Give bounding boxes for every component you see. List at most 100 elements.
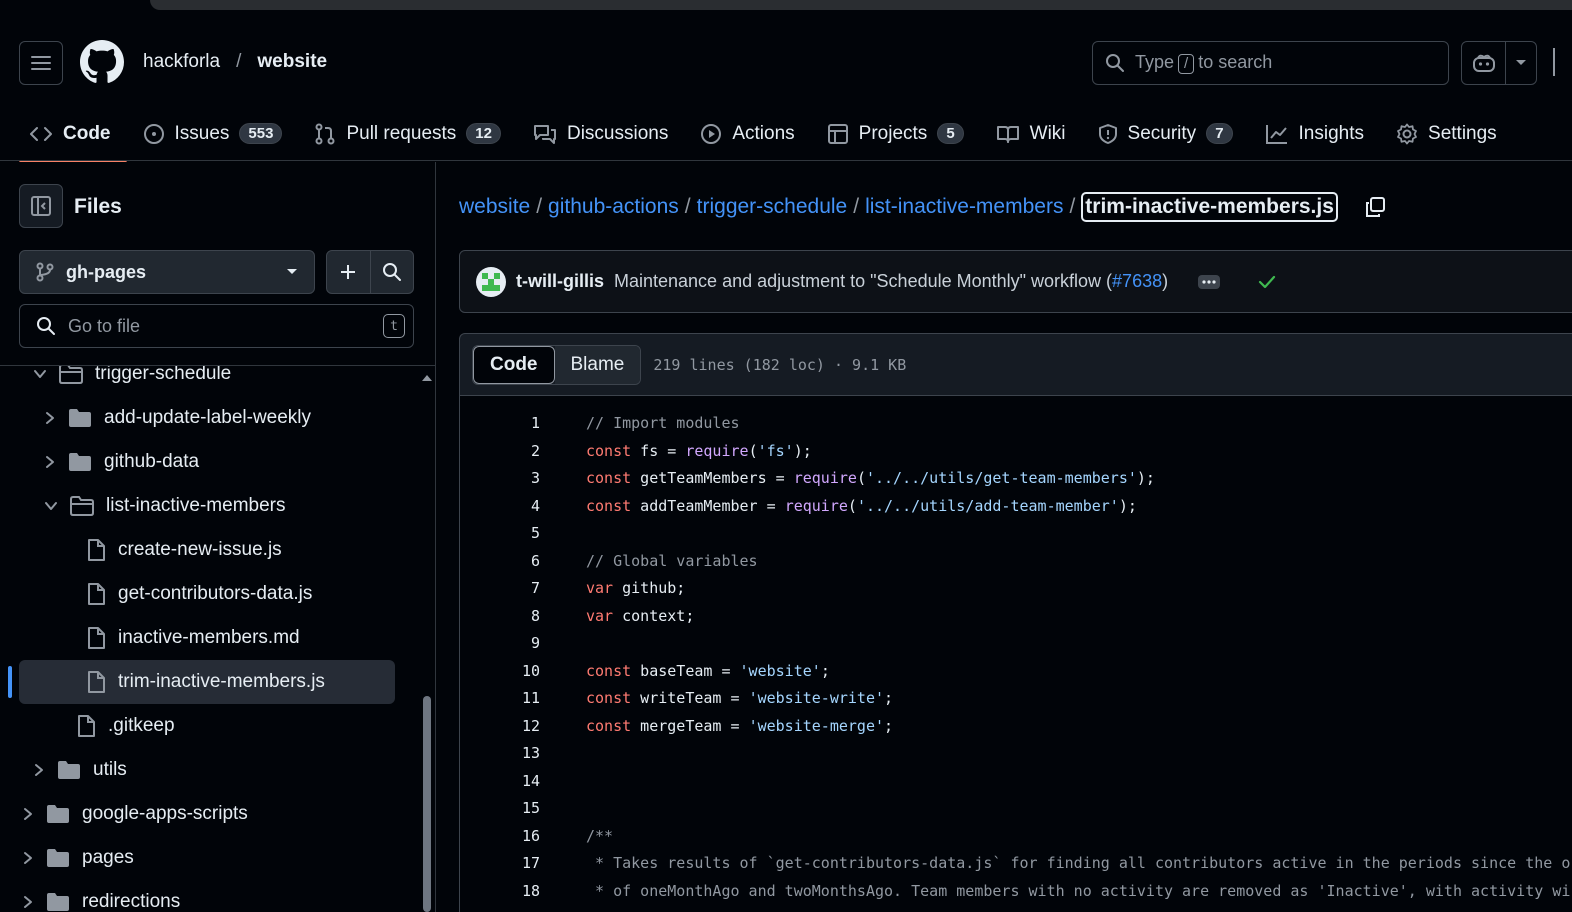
breadcrumb-separator: / (684, 195, 691, 218)
line-number[interactable]: 5 (460, 524, 540, 542)
line-number[interactable]: 15 (460, 799, 540, 817)
line-number[interactable]: 2 (460, 442, 540, 460)
tree-item-label: trigger-schedule (95, 366, 232, 384)
github-logo-icon[interactable] (80, 40, 124, 84)
commit-message-text[interactable]: Maintenance and adjustment to "Schedule … (614, 271, 1112, 291)
breadcrumb-link[interactable]: list-inactive-members (865, 195, 1063, 219)
scrollbar-thumb[interactable] (423, 696, 431, 912)
tree-file-item[interactable]: inactive-members.md (86, 616, 300, 660)
file-tree-sidebar: Files gh-pages Go to file t trigger-sche… (0, 162, 436, 912)
folder-icon (58, 761, 80, 779)
file-icon (78, 715, 95, 737)
tree-file-item[interactable]: get-contributors-data.js (86, 572, 312, 616)
branch-selector[interactable]: gh-pages (19, 250, 315, 294)
header-divider (1553, 48, 1555, 76)
tab-pull-requests[interactable]: Pull requests 12 (298, 112, 517, 156)
view-mode-toggle: Code Blame (472, 344, 642, 385)
repo-owner-link[interactable]: hackforla (143, 51, 220, 73)
tab-insights[interactable]: Insights (1249, 112, 1380, 156)
repo-header: hackforla / website Type / to search Code … (0, 18, 1572, 164)
tree-file-item[interactable]: trim-inactive-members.js (19, 660, 395, 704)
tree-folder-item[interactable]: trigger-schedule (33, 366, 231, 396)
tab-discussions[interactable]: Discussions (517, 112, 684, 156)
line-number[interactable]: 14 (460, 772, 540, 790)
breadcrumb-link[interactable]: github-actions (548, 195, 679, 219)
ellipsis-icon (1202, 279, 1216, 284)
line-number[interactable]: 4 (460, 497, 540, 515)
tree-file-item[interactable]: .gitkeep (76, 704, 175, 748)
security-count-badge: 7 (1206, 123, 1233, 144)
tree-item-label: .gitkeep (108, 715, 175, 736)
tree-folder-item[interactable]: utils (33, 748, 127, 792)
line-number[interactable]: 3 (460, 469, 540, 487)
blame-view-button[interactable]: Blame (554, 345, 641, 384)
line-number[interactable]: 1 (460, 414, 540, 432)
tree-folder-item[interactable]: pages (22, 836, 134, 880)
copy-path-button[interactable] (1364, 196, 1386, 218)
code-line: const getTeamMembers = require('../../ut… (586, 469, 1155, 487)
tree-folder-item[interactable]: google-apps-scripts (22, 792, 248, 836)
go-to-file-placeholder: Go to file (68, 315, 141, 336)
commit-pr-link[interactable]: #7638 (1112, 271, 1162, 291)
tab-projects[interactable]: Projects 5 (811, 112, 980, 156)
line-number[interactable]: 6 (460, 552, 540, 570)
tab-wiki[interactable]: Wiki (980, 112, 1082, 156)
collapse-sidebar-button[interactable] (19, 184, 63, 228)
code-view-button[interactable]: Code (473, 345, 555, 384)
add-file-button[interactable] (327, 251, 371, 293)
tree-scrollbar[interactable] (420, 366, 434, 912)
repo-name-link[interactable]: website (257, 51, 327, 73)
branch-name: gh-pages (66, 261, 147, 282)
tab-issues[interactable]: Issues 553 (127, 112, 299, 156)
file-icon (88, 583, 105, 605)
line-number[interactable]: 11 (460, 689, 540, 707)
tab-settings-label: Settings (1428, 122, 1497, 144)
scroll-up-arrow-icon[interactable] (420, 372, 434, 384)
chevron-right-icon (46, 412, 54, 424)
copilot-button[interactable] (1462, 42, 1506, 84)
code-viewer[interactable]: 1 // Import modules 2 const fs = require('f… (459, 395, 1572, 912)
search-code-button[interactable] (371, 251, 414, 293)
tree-file-item[interactable]: create-new-issue.js (86, 528, 282, 572)
tree-folder-item[interactable]: github-data (44, 440, 199, 484)
tree-folder-item[interactable]: redirections (22, 880, 180, 912)
menu-button[interactable] (19, 41, 63, 85)
tab-code-label: Code (63, 122, 111, 144)
breadcrumb-separator: / (853, 195, 860, 218)
tree-folder-item[interactable]: add-update-label-weekly (44, 396, 311, 440)
tab-settings[interactable]: Settings (1380, 112, 1513, 156)
search-input[interactable]: Type / to search (1092, 41, 1449, 85)
tab-actions[interactable]: Actions (684, 112, 810, 156)
breadcrumb-link[interactable]: website (459, 195, 530, 219)
tree-folder-item[interactable]: list-inactive-members (44, 484, 285, 528)
breadcrumb-current-file: trim-inactive-members.js (1081, 192, 1338, 222)
line-number[interactable]: 9 (460, 634, 540, 652)
go-to-file-input[interactable]: Go to file t (19, 304, 414, 348)
tab-security[interactable]: Security 7 (1082, 112, 1249, 156)
line-number[interactable]: 10 (460, 662, 540, 680)
line-number[interactable]: 18 (460, 882, 540, 900)
breadcrumb-link[interactable]: trigger-schedule (697, 195, 848, 219)
code-icon (30, 126, 52, 141)
folder-icon (47, 849, 69, 867)
file-view: website / github-actions / trigger-schedule /… (437, 162, 1572, 912)
line-number[interactable]: 8 (460, 607, 540, 625)
avatar[interactable] (476, 266, 506, 297)
line-number[interactable]: 7 (460, 579, 540, 597)
chevron-down-icon (45, 502, 57, 510)
shield-icon (1098, 123, 1117, 144)
tab-code[interactable]: Code (19, 112, 127, 164)
copilot-dropdown-button[interactable] (1506, 42, 1536, 84)
line-number[interactable]: 12 (460, 717, 540, 735)
line-number[interactable]: 17 (460, 854, 540, 872)
expand-commit-button[interactable] (1198, 274, 1221, 289)
chevron-right-icon (24, 808, 32, 820)
line-number[interactable]: 16 (460, 827, 540, 845)
file-icon (88, 539, 105, 561)
search-icon (382, 263, 401, 281)
check-icon[interactable] (1258, 275, 1276, 289)
line-number[interactable]: 13 (460, 744, 540, 762)
code-line: * Takes results of `get-contributors-dat… (586, 854, 1571, 872)
copilot-button-group (1461, 41, 1537, 85)
commit-author-link[interactable]: t-will-gillis (516, 271, 604, 292)
